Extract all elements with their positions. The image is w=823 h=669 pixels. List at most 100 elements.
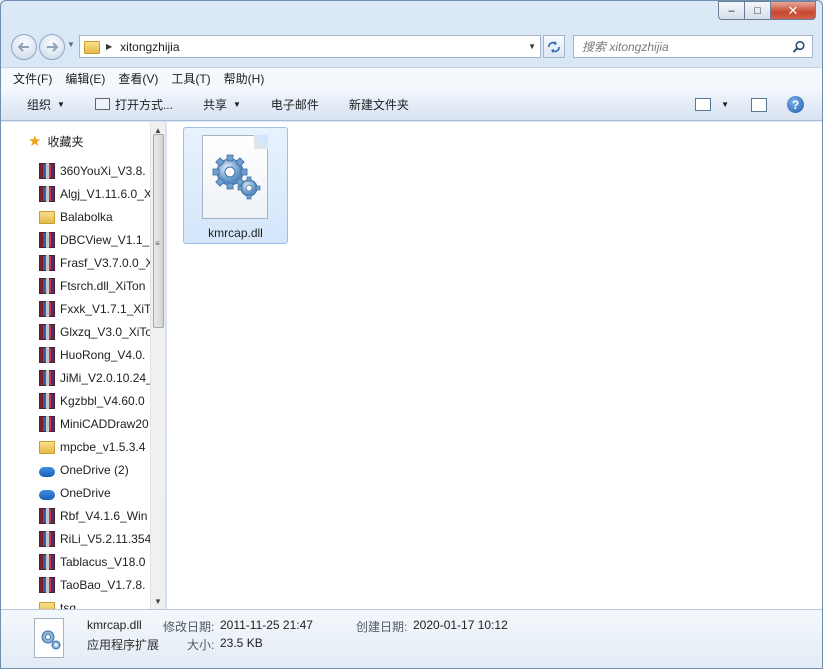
sidebar-item[interactable]: 360YouXi_V3.8. bbox=[1, 159, 150, 182]
archive-icon bbox=[39, 553, 55, 570]
dll-gear-icon bbox=[212, 154, 261, 200]
folder-icon bbox=[39, 211, 55, 224]
folder-icon bbox=[39, 441, 55, 454]
modified-value: 2011-11-25 21:47 bbox=[220, 618, 313, 632]
recent-pages-chevron-icon[interactable]: ▼ bbox=[67, 40, 75, 49]
grip-icon: ≡ bbox=[155, 239, 160, 248]
size-value: 23.5 KB bbox=[220, 636, 263, 650]
address-bar[interactable]: ▶ xitongzhijia ▼ bbox=[79, 35, 541, 58]
archive-icon bbox=[39, 346, 55, 363]
folder-icon bbox=[39, 602, 55, 609]
help-icon[interactable]: ? bbox=[787, 96, 804, 113]
sidebar-item-label: OneDrive bbox=[60, 485, 111, 500]
change-view-icon[interactable] bbox=[695, 98, 712, 111]
sidebar-item[interactable]: JiMi_V2.0.10.24_ bbox=[1, 366, 150, 389]
back-button[interactable] bbox=[11, 34, 37, 60]
search-icon[interactable] bbox=[792, 40, 806, 54]
sidebar-item[interactable]: Frasf_V3.7.0.0_X bbox=[1, 251, 150, 274]
forward-button[interactable] bbox=[39, 34, 65, 60]
archive-icon bbox=[39, 277, 55, 294]
sidebar-item-label: DBCView_V1.1_ bbox=[60, 232, 150, 247]
sidebar-item[interactable]: MiniCADDraw20 bbox=[1, 412, 150, 435]
minimize-button[interactable]: ‒ bbox=[718, 1, 745, 20]
caption-buttons: ‒ □ ✕ bbox=[718, 1, 816, 20]
sidebar-item-label: Rbf_V4.1.6_Win bbox=[60, 508, 148, 523]
share-button[interactable]: 共享 ▼ bbox=[203, 96, 241, 113]
preview-pane-icon[interactable] bbox=[751, 97, 767, 112]
sidebar-item[interactable]: TaoBao_V1.7.8. bbox=[1, 573, 150, 596]
open-with-icon bbox=[94, 98, 110, 110]
sidebar-item[interactable]: RiLi_V5.2.11.354 bbox=[1, 527, 150, 550]
close-button[interactable]: ✕ bbox=[771, 1, 816, 20]
archive-icon bbox=[39, 162, 55, 179]
sidebar-item[interactable]: HuoRong_V4.0. bbox=[1, 343, 150, 366]
sidebar-item[interactable]: OneDrive (2) bbox=[1, 458, 150, 481]
navigation-pane: ★ 收藏夹 360YouXi_V3.8. Algj_V1.11.6.0_X Bala… bbox=[1, 122, 166, 609]
refresh-icon bbox=[548, 40, 560, 53]
email-label: 电子邮件 bbox=[270, 97, 319, 112]
archive-icon bbox=[39, 323, 55, 340]
sidebar-item-label: OneDrive (2) bbox=[60, 462, 129, 477]
details-file-name: kmrcap.dll bbox=[87, 618, 142, 632]
folder-icon bbox=[84, 41, 100, 54]
scroll-down-icon[interactable]: ▼ bbox=[154, 597, 162, 606]
open-with-button[interactable]: 打开方式... bbox=[94, 96, 173, 113]
sidebar-item-label: Tablacus_V18.0 bbox=[60, 554, 146, 569]
nav-scrollbar[interactable]: ▲ ≡ ▼ bbox=[150, 122, 165, 609]
sidebar-item[interactable]: Algj_V1.11.6.0_X bbox=[1, 182, 150, 205]
maximize-button[interactable]: □ bbox=[745, 1, 771, 20]
sidebar-item[interactable]: Kgzbbl_V4.60.0 bbox=[1, 389, 150, 412]
details-pane: kmrcap.dll 应用程序扩展 修改日期: 2011-11-25 21:47… bbox=[1, 609, 822, 668]
breadcrumb-segment[interactable]: xitongzhijia bbox=[120, 40, 179, 54]
archive-icon bbox=[39, 507, 55, 524]
sidebar-item-label: Fxxk_V1.7.1_XiT bbox=[60, 301, 150, 316]
explorer-window: ‒ □ ✕ ▼ ▶ xitongzhijia ▼ 文件(F) 编辑(E) 查看(… bbox=[0, 0, 823, 669]
chevron-down-icon: ▼ bbox=[57, 99, 65, 109]
menu-bar: 文件(F) 编辑(E) 查看(V) 工具(T) 帮助(H) bbox=[1, 67, 822, 88]
file-item[interactable]: kmrcap.dll bbox=[183, 127, 288, 244]
chevron-down-icon: ▼ bbox=[232, 99, 241, 109]
sidebar-item[interactable]: Rbf_V4.1.6_Win bbox=[1, 504, 150, 527]
organize-button[interactable]: 组织 ▼ bbox=[27, 96, 65, 113]
details-file-type: 应用程序扩展 bbox=[87, 638, 160, 652]
new-folder-button[interactable]: 新建文件夹 bbox=[349, 96, 409, 113]
sidebar-item[interactable]: mpcbe_v1.5.3.4 bbox=[1, 435, 150, 458]
email-button[interactable]: 电子邮件 bbox=[271, 96, 319, 113]
view-controls: ▼ ? bbox=[695, 96, 804, 113]
menu-help[interactable]: 帮助(H) bbox=[224, 70, 265, 87]
refresh-button[interactable] bbox=[543, 35, 565, 58]
sidebar-item-label: tsq bbox=[60, 600, 77, 610]
sidebar-item-label: Algj_V1.11.6.0_X bbox=[60, 186, 150, 201]
search-box[interactable] bbox=[573, 35, 813, 58]
sidebar-item-label: Kgzbbl_V4.60.0 bbox=[60, 393, 145, 408]
file-list-area: kmrcap.dll bbox=[167, 122, 822, 609]
sidebar-item-label: Ftsrch.dll_XiTon bbox=[60, 278, 146, 293]
view-options-chevron-icon[interactable]: ▼ bbox=[721, 100, 729, 109]
cloud-icon bbox=[39, 466, 55, 477]
favorites-header[interactable]: ★ 收藏夹 bbox=[1, 130, 150, 152]
sidebar-item-label: Balabolka bbox=[60, 209, 113, 224]
sidebar-item-label: RiLi_V5.2.11.354 bbox=[60, 531, 150, 546]
breadcrumb-separator-icon[interactable]: ▶ bbox=[106, 42, 112, 51]
sidebar-item[interactable]: Glxzq_V3.0_XiTo bbox=[1, 320, 150, 343]
sidebar-item[interactable]: DBCView_V1.1_ bbox=[1, 228, 150, 251]
sidebar-item[interactable]: Fxxk_V1.7.1_XiT bbox=[1, 297, 150, 320]
sidebar-item[interactable]: Ftsrch.dll_XiTon bbox=[1, 274, 150, 297]
file-name: kmrcap.dll bbox=[208, 226, 263, 240]
scroll-thumb[interactable]: ≡ bbox=[153, 134, 164, 328]
menu-tools[interactable]: 工具(T) bbox=[171, 70, 210, 87]
sidebar-item[interactable]: OneDrive bbox=[1, 481, 150, 504]
menu-view[interactable]: 查看(V) bbox=[118, 70, 158, 87]
search-input[interactable] bbox=[582, 39, 782, 54]
sidebar-item[interactable]: Tablacus_V18.0 bbox=[1, 550, 150, 573]
sidebar-item[interactable]: Balabolka bbox=[1, 205, 150, 228]
sidebar-item-label: MiniCADDraw20 bbox=[60, 416, 149, 431]
sidebar-item[interactable]: tsq bbox=[1, 596, 150, 609]
sidebar-item-label: HuoRong_V4.0. bbox=[60, 347, 146, 362]
file-page-icon bbox=[202, 135, 268, 219]
address-dropdown-icon[interactable]: ▼ bbox=[528, 42, 536, 51]
menu-file[interactable]: 文件(F) bbox=[13, 70, 52, 87]
menu-edit[interactable]: 编辑(E) bbox=[65, 70, 105, 87]
archive-icon bbox=[39, 185, 55, 202]
share-label: 共享 bbox=[202, 97, 227, 112]
